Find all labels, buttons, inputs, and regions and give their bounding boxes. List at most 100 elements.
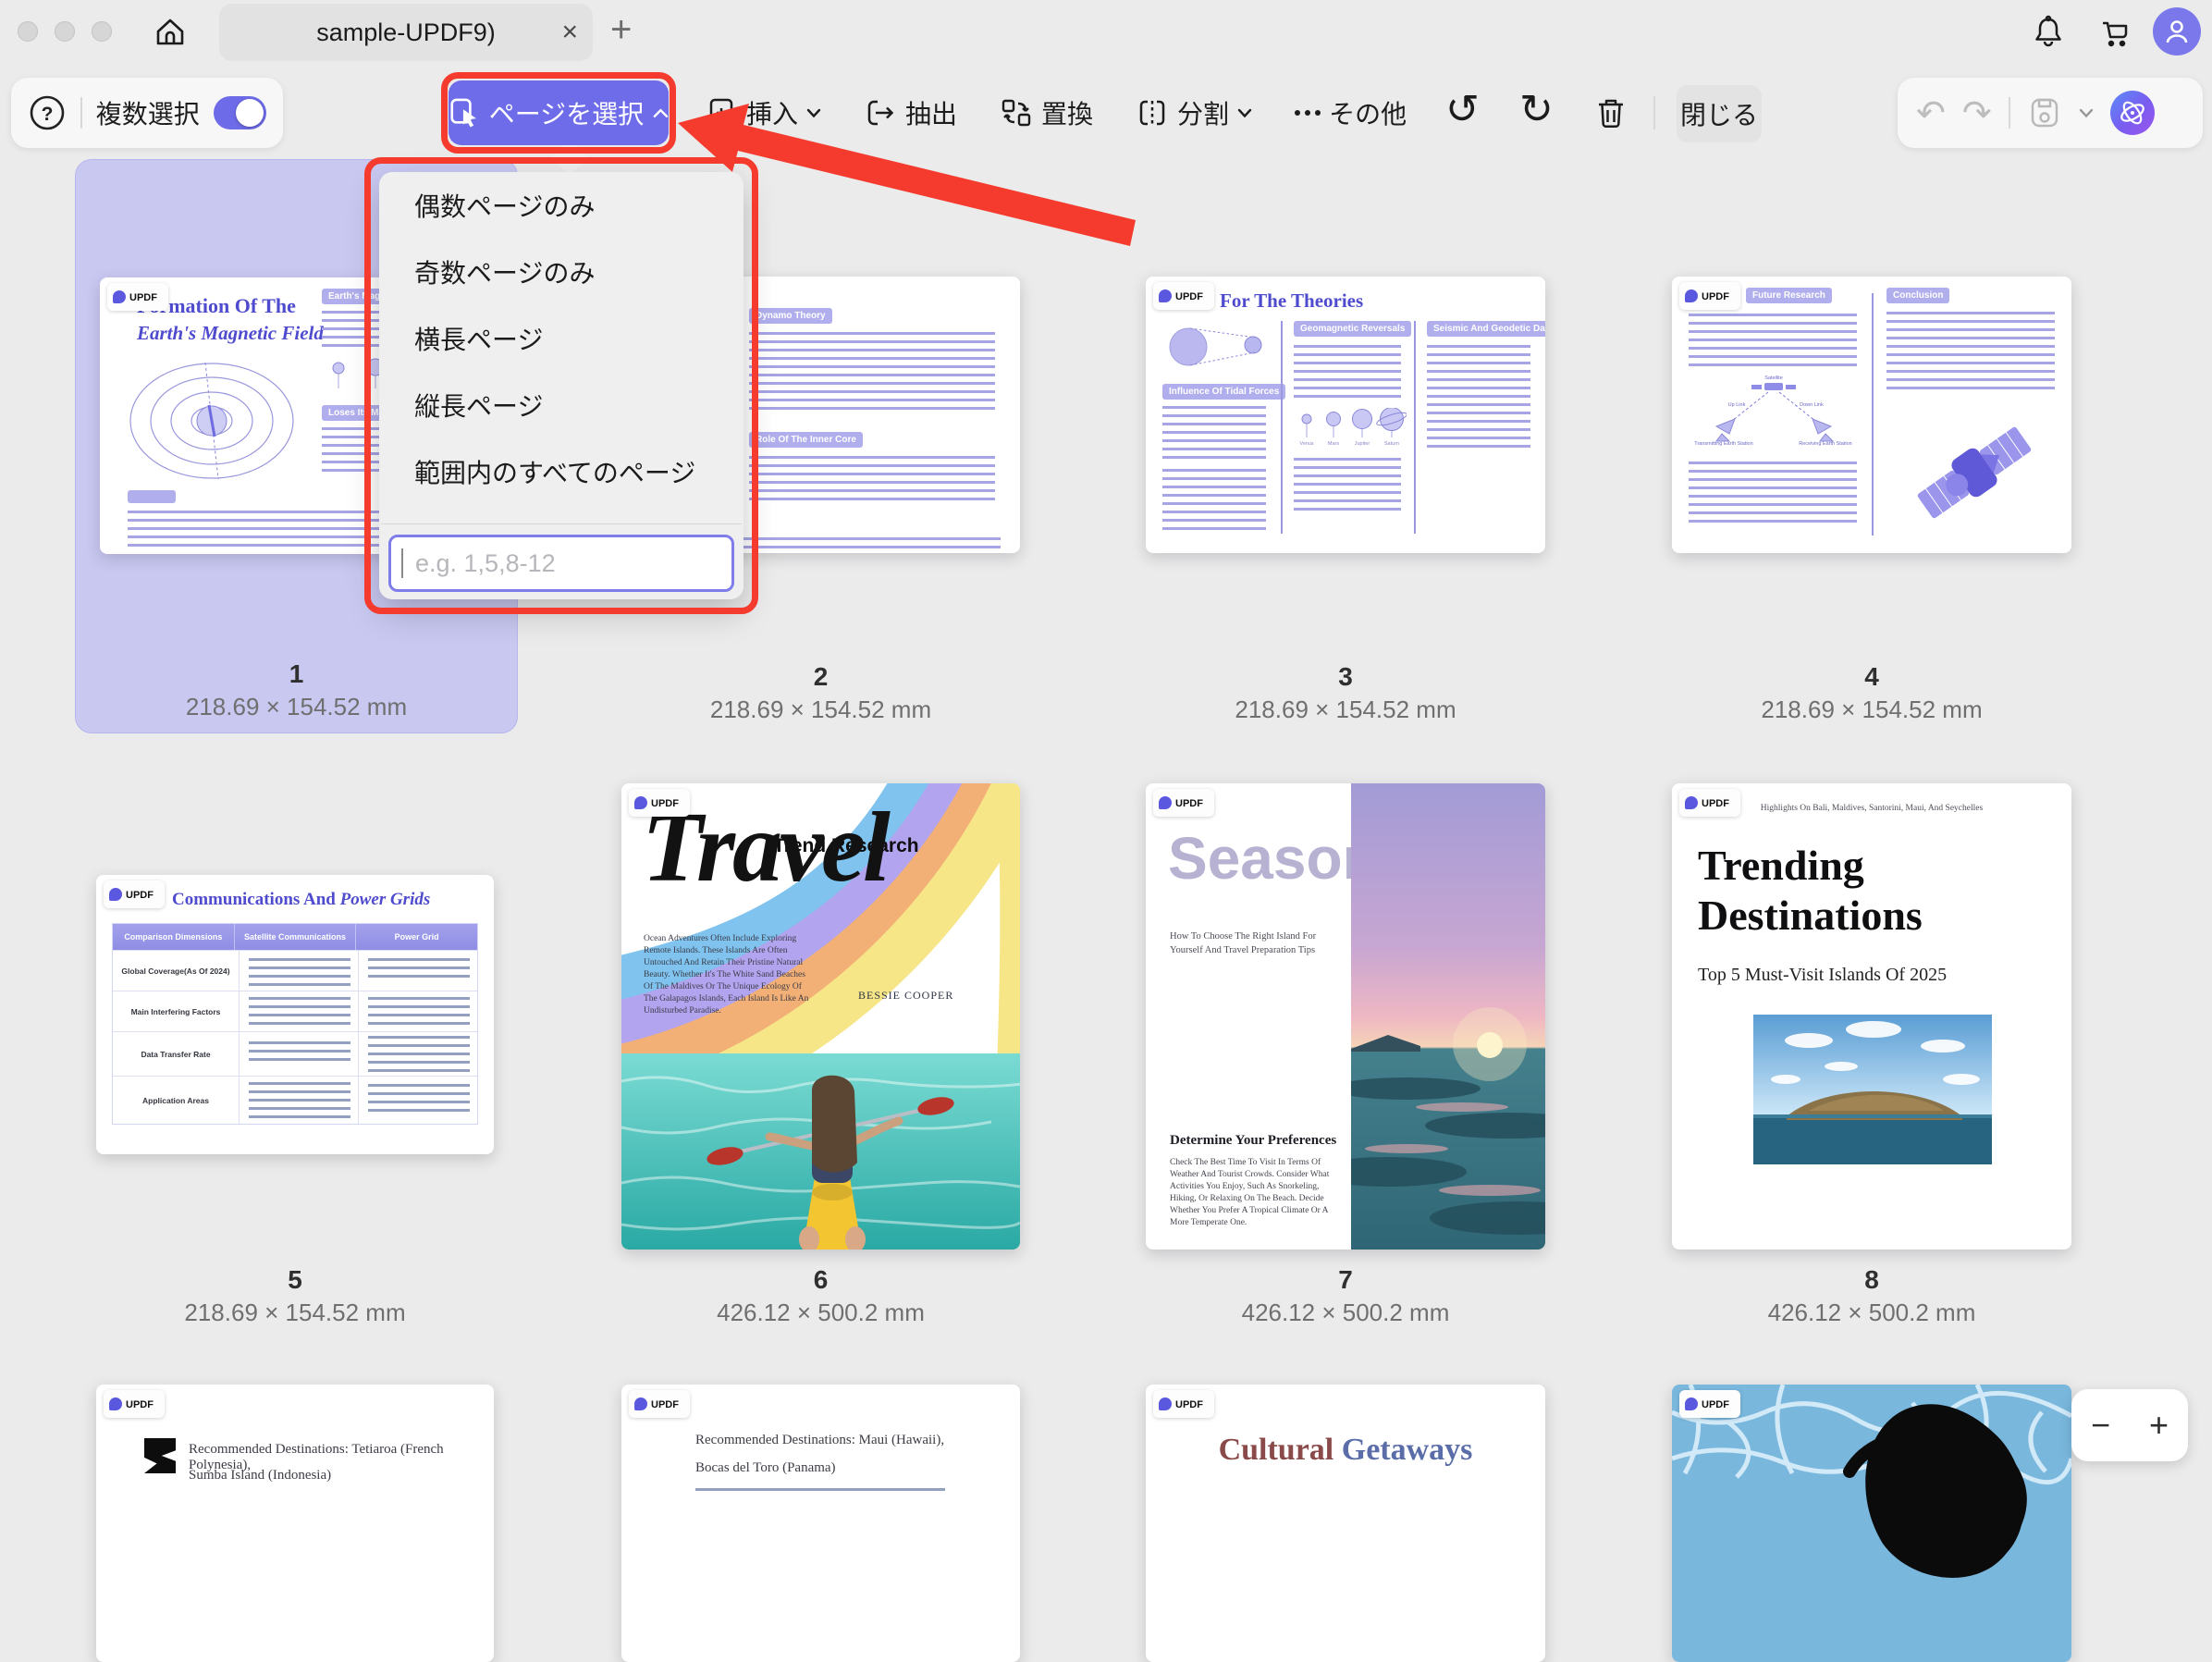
page-thumbnail[interactable]: UPDF For The Theories Influence Of Tidal…: [1146, 277, 1545, 553]
page-thumbnail[interactable]: UPDF Communications And Power Grids Comp…: [96, 875, 494, 1154]
satellite-illustration: [1896, 406, 2053, 540]
doc-title: For The Theories: [1220, 289, 1363, 313]
svg-text:Mars: Mars: [1328, 441, 1339, 447]
home-icon[interactable]: [151, 12, 190, 51]
window-zoom-button[interactable]: [92, 21, 112, 42]
account-avatar[interactable]: [2153, 7, 2201, 55]
page-thumbnail[interactable]: UPDF Recommended Destinations: Tetiaroa …: [96, 1385, 494, 1662]
updf-logo-icon: [1685, 1397, 1698, 1410]
updf-badge: UPDF: [1679, 789, 1740, 817]
page-thumbnail[interactable]: UPDF Trend Research Travel Ocean Adventu…: [621, 783, 1020, 1250]
document-tab[interactable]: sample-UPDF9) ×: [219, 4, 593, 61]
insert-label: 挿入: [746, 94, 798, 131]
updf-badge: UPDF: [104, 880, 165, 908]
updf-badge: UPDF: [1153, 282, 1214, 310]
updf-logo-icon: [1159, 1397, 1172, 1410]
more-button[interactable]: その他: [1295, 94, 1407, 131]
page-number: 7: [1146, 1265, 1545, 1295]
text-lines: [1162, 469, 1266, 530]
menu-item-portrait-pages[interactable]: 縦長ページ: [379, 374, 743, 440]
updf-badge: UPDF: [1679, 282, 1740, 310]
updf-ai-icon[interactable]: [2110, 91, 2155, 135]
text-lines: [749, 456, 995, 500]
doc-line: Bocas del Toro (Panama): [695, 1460, 836, 1476]
rotate-right-icon[interactable]: ↻: [1519, 86, 1554, 133]
svg-text:Receiving Earth Station: Receiving Earth Station: [1799, 441, 1851, 447]
help-icon[interactable]: ?: [28, 93, 67, 132]
menu-item-odd-pages[interactable]: 奇数ページのみ: [379, 240, 743, 307]
table-row-label: Main Interfering Factors: [113, 991, 239, 1031]
page-number: 2: [621, 662, 1020, 692]
page-thumbnail[interactable]: UPDF Recommended Destinations: Maui (Haw…: [621, 1385, 1020, 1662]
save-icon[interactable]: [2027, 95, 2062, 130]
delete-page-icon[interactable]: [1592, 94, 1629, 131]
menu-item-even-pages[interactable]: 偶数ページのみ: [379, 174, 743, 240]
page-thumbnail[interactable]: UPDF Cultural Getaways: [1146, 1385, 1545, 1662]
save-options-chevron-icon[interactable]: [2079, 108, 2094, 118]
multi-select-toggle[interactable]: [214, 96, 266, 129]
zoom-controls: − +: [2071, 1389, 2188, 1461]
page-size: 218.69 × 154.52 mm: [96, 1299, 494, 1327]
doc-author: BESSIE COOPER: [858, 989, 953, 1003]
left-toolbar-group: ? 複数選択: [11, 78, 283, 148]
section-chip: Dynamo Theory: [749, 308, 832, 324]
split-button[interactable]: 分割: [1136, 94, 1252, 131]
zoom-in-button[interactable]: +: [2149, 1406, 2169, 1445]
doc-title: Cultural Getaways: [1146, 1433, 1545, 1468]
page-number: 3: [1146, 662, 1545, 692]
tab-close-icon[interactable]: ×: [561, 18, 578, 46]
store-cart-icon[interactable]: [2097, 15, 2134, 50]
multi-select-label: 複数選択: [96, 94, 200, 131]
page-thumbnail[interactable]: UPDF Future Research SatelliteUp LinkDow…: [1672, 277, 2071, 553]
window-close-button[interactable]: [18, 21, 38, 42]
insert-button[interactable]: 挿入: [705, 94, 821, 131]
chevron-up-icon: [653, 107, 669, 118]
menu-divider: [381, 523, 742, 524]
rotate-left-icon[interactable]: ↺: [1445, 86, 1480, 133]
doc-line: Recommended Destinations: Maui (Hawaii),: [695, 1433, 944, 1448]
doc-subtitle: Earth's Magnetic Field: [137, 322, 324, 345]
divider: [1653, 96, 1655, 129]
page-thumbnail[interactable]: UPDF Highlights On Bali, Maldives, Santo…: [1672, 783, 2071, 1250]
divider: [2009, 97, 2010, 129]
svg-text:Transmitting Earth Station: Transmitting Earth Station: [1694, 441, 1752, 447]
new-tab-button[interactable]: +: [610, 9, 632, 51]
page-range-input[interactable]: [388, 535, 734, 592]
select-pages-button[interactable]: ページを選択: [449, 80, 669, 145]
page-thumbnail[interactable]: UPDF: [1672, 1385, 2071, 1662]
redo-icon[interactable]: ↷: [1962, 92, 1992, 133]
section-chip: Future Research: [1746, 288, 1832, 303]
doc-body: Check The Best Time To Visit In Terms Of…: [1170, 1157, 1344, 1229]
page-size: 218.69 × 154.52 mm: [1672, 696, 2071, 724]
updf-badge: UPDF: [107, 283, 168, 311]
updf-logo-icon: [634, 1397, 647, 1410]
magnetic-field-diagram: [113, 357, 311, 485]
extract-button[interactable]: 抽出: [864, 94, 957, 131]
text-lines: [1162, 406, 1266, 459]
updf-logo-icon: [109, 888, 122, 901]
zoom-out-button[interactable]: −: [2091, 1406, 2110, 1445]
svg-text:Jupiter: Jupiter: [1355, 441, 1370, 447]
select-pages-label: ページを選択: [489, 94, 644, 131]
page-size: 218.69 × 154.52 mm: [1146, 696, 1545, 724]
ellipsis-icon: [1295, 110, 1321, 116]
page-size: 426.12 × 500.2 mm: [1146, 1299, 1545, 1327]
section-chip: Role Of The Inner Core: [749, 432, 863, 448]
doc-heading: Determine Your Preferences: [1170, 1133, 1336, 1149]
sunset-photo: [1351, 783, 1545, 1250]
window-minimize-button[interactable]: [55, 21, 75, 42]
table-header: Comparison Dimensions: [113, 924, 234, 950]
text-lines: [1294, 345, 1401, 398]
menu-item-all-pages-in-range[interactable]: 範囲内のすべてのページ: [379, 440, 743, 507]
notifications-bell-icon[interactable]: [2031, 15, 2066, 50]
table-row-label: Application Areas: [113, 1077, 239, 1124]
split-label: 分割: [1177, 94, 1229, 131]
menu-item-landscape-pages[interactable]: 横長ページ: [379, 307, 743, 374]
text-lines: [1689, 314, 1857, 366]
updf-logo-icon: [1159, 796, 1172, 809]
page-thumbnail[interactable]: UPDF Season How To Choose The Right Isla…: [1146, 783, 1545, 1250]
page-number: 4: [1672, 662, 2071, 692]
undo-icon[interactable]: ↶: [1916, 92, 1946, 133]
replace-button[interactable]: 置換: [1000, 94, 1093, 131]
close-organize-button[interactable]: 閉じる: [1677, 85, 1762, 142]
